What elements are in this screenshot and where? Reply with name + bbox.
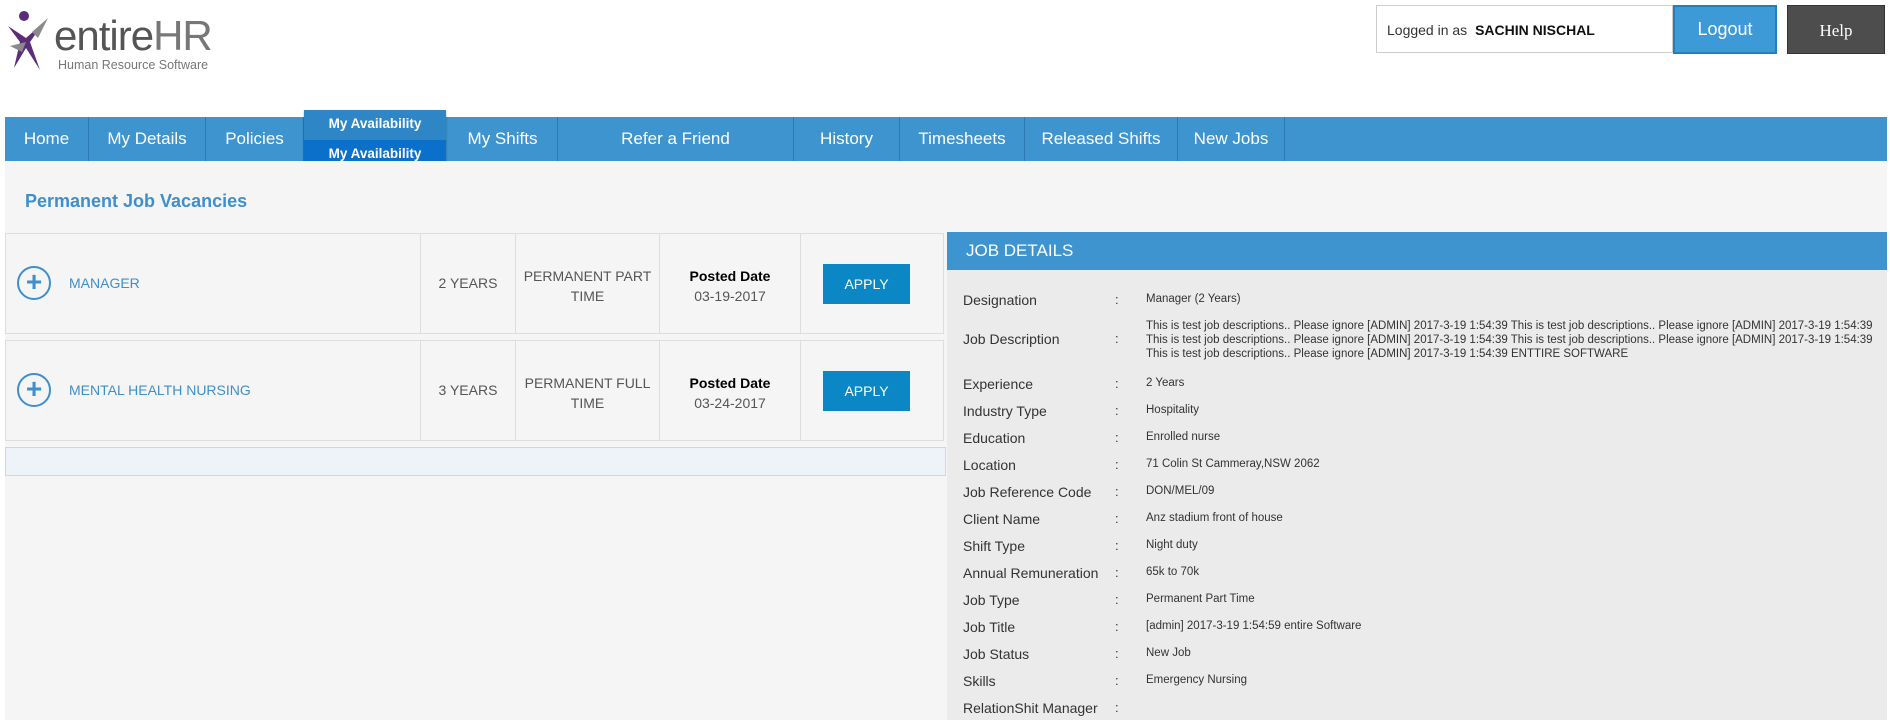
posted-date-label: Posted Date [689,375,771,391]
detail-separator: : [1115,403,1119,418]
detail-value: [admin] 2017-3-19 1:54:59 entire Softwar… [1146,620,1362,632]
logged-in-label: Logged in as [1387,22,1468,38]
main-nav: Home My Details Policies My Availability… [5,110,1887,168]
detail-value: Enrolled nurse [1146,431,1221,443]
job-details-header: JOB DETAILS [947,232,1887,270]
detail-separator: : [1115,646,1119,661]
job-apply-cell: APPLY [800,341,943,440]
page-title: Permanent Job Vacancies [25,191,248,211]
logout-button[interactable]: Logout [1673,5,1777,54]
detail-value: Anz stadium front of house [1146,512,1283,524]
detail-label: Job Title [963,619,1016,635]
nav-item-home[interactable]: Home [5,117,89,161]
nav-item-my-shifts[interactable]: My Shifts [448,117,558,161]
job-title[interactable]: MANAGER [69,234,140,333]
username: SACHIN NISCHAL [1475,22,1595,38]
detail-label: Location [963,457,1016,473]
job-type-line2: TIME [570,288,605,304]
posted-date-label: Posted Date [689,268,771,284]
job-type-line1: PERMANENT PART [523,268,652,284]
detail-separator: : [1115,292,1119,307]
logo-figure-icon [8,11,48,70]
job-apply-cell: APPLY [800,234,943,333]
detail-value: DON/MEL/09 [1146,485,1215,497]
nav-item-my-details[interactable]: My Details [89,117,206,161]
job-row: + MANAGER 2 YEARS PERMANENT PART TIME Po… [5,233,944,334]
detail-separator: : [1115,592,1119,607]
detail-label: Experience [963,376,1034,392]
detail-value: This is test job descriptions.. Please i… [1146,320,1873,360]
detail-label: Annual Remuneration [963,565,1099,581]
detail-label: Job Type [963,592,1020,608]
detail-label: Job Reference Code [963,484,1092,500]
detail-label: Job Description [963,331,1060,347]
detail-separator: : [1115,511,1119,526]
job-row: + MENTAL HEALTH NURSING 3 YEARS PERMANEN… [5,340,944,441]
detail-separator: : [1115,619,1119,634]
posted-date-value: 03-19-2017 [694,288,766,304]
brand-name-main: entire [54,12,154,59]
posted-date-value: 03-24-2017 [694,395,766,411]
detail-separator: : [1115,457,1119,472]
brand-name: entireHR [54,12,213,59]
detail-value: Night duty [1146,539,1198,551]
expand-plus-icon[interactable]: + [17,373,51,407]
detail-value: Hospitality [1146,404,1200,416]
detail-label: Shift Type [963,538,1026,554]
detail-separator: : [1115,430,1119,445]
detail-value: Emergency Nursing [1146,674,1247,686]
job-type: PERMANENT PART TIME [515,234,659,333]
detail-value: 2 Years [1146,377,1185,389]
detail-separator: : [1115,331,1119,346]
job-details-panel: JOB DETAILS Designation : Manager (2 Yea… [947,232,1887,720]
nav-item-refer-a-friend[interactable]: Refer a Friend [558,117,794,161]
detail-separator: : [1115,376,1119,391]
detail-separator: : [1115,538,1119,553]
expand-plus-icon[interactable]: + [17,266,51,300]
login-status: Logged in as SACHIN NISCHAL [1376,5,1673,53]
brand-name-hr: HR [153,12,213,59]
detail-label: Industry Type [963,403,1047,419]
nav-item-my-availability-label[interactable]: My Availability [304,110,446,138]
detail-label: Skills [963,673,996,689]
pagination-bar [5,447,946,476]
nav-item-my-availability[interactable]: My Availability My Availability [304,110,446,168]
detail-value: Manager (2 Years) [1146,293,1241,305]
job-type: PERMANENT FULL TIME [515,341,659,440]
job-experience: 3 YEARS [420,341,515,440]
nav-item-new-jobs[interactable]: New Jobs [1178,117,1285,161]
nav-item-history[interactable]: History [794,117,900,161]
nav-item-timesheets[interactable]: Timesheets [900,117,1025,161]
detail-label: Client Name [963,511,1041,527]
brand-tagline: Human Resource Software [58,58,209,72]
detail-separator: : [1115,484,1119,499]
detail-label: Education [963,430,1026,446]
detail-label: RelationShit Manager [963,700,1098,716]
detail-separator: : [1115,673,1119,688]
detail-value: 65k to 70k [1146,566,1200,578]
job-posted: Posted Date 03-24-2017 [659,341,800,440]
job-type-line2: TIME [570,395,605,411]
job-posted: Posted Date 03-19-2017 [659,234,800,333]
job-title[interactable]: MENTAL HEALTH NURSING [69,341,251,440]
detail-value: 71 Colin St Cammeray,NSW 2062 [1146,458,1320,470]
detail-label: Job Status [963,646,1030,662]
detail-separator: : [1115,700,1119,715]
detail-value: New Job [1146,647,1191,659]
apply-button[interactable]: APPLY [823,371,910,411]
logo: entireHR Human Resource Software [4,8,224,74]
nav-item-policies[interactable]: Policies [206,117,304,161]
main-content: Permanent Job Vacancies + MANAGER 2 YEAR… [5,161,1887,720]
detail-label: Designation [963,292,1037,308]
help-button[interactable]: Help [1787,5,1885,54]
job-type-line1: PERMANENT FULL [524,375,651,391]
nav-item-released-shifts[interactable]: Released Shifts [1025,117,1178,161]
detail-separator: : [1115,565,1119,580]
apply-button[interactable]: APPLY [823,264,910,304]
job-experience: 2 YEARS [420,234,515,333]
detail-value: Permanent Part Time [1146,593,1255,605]
